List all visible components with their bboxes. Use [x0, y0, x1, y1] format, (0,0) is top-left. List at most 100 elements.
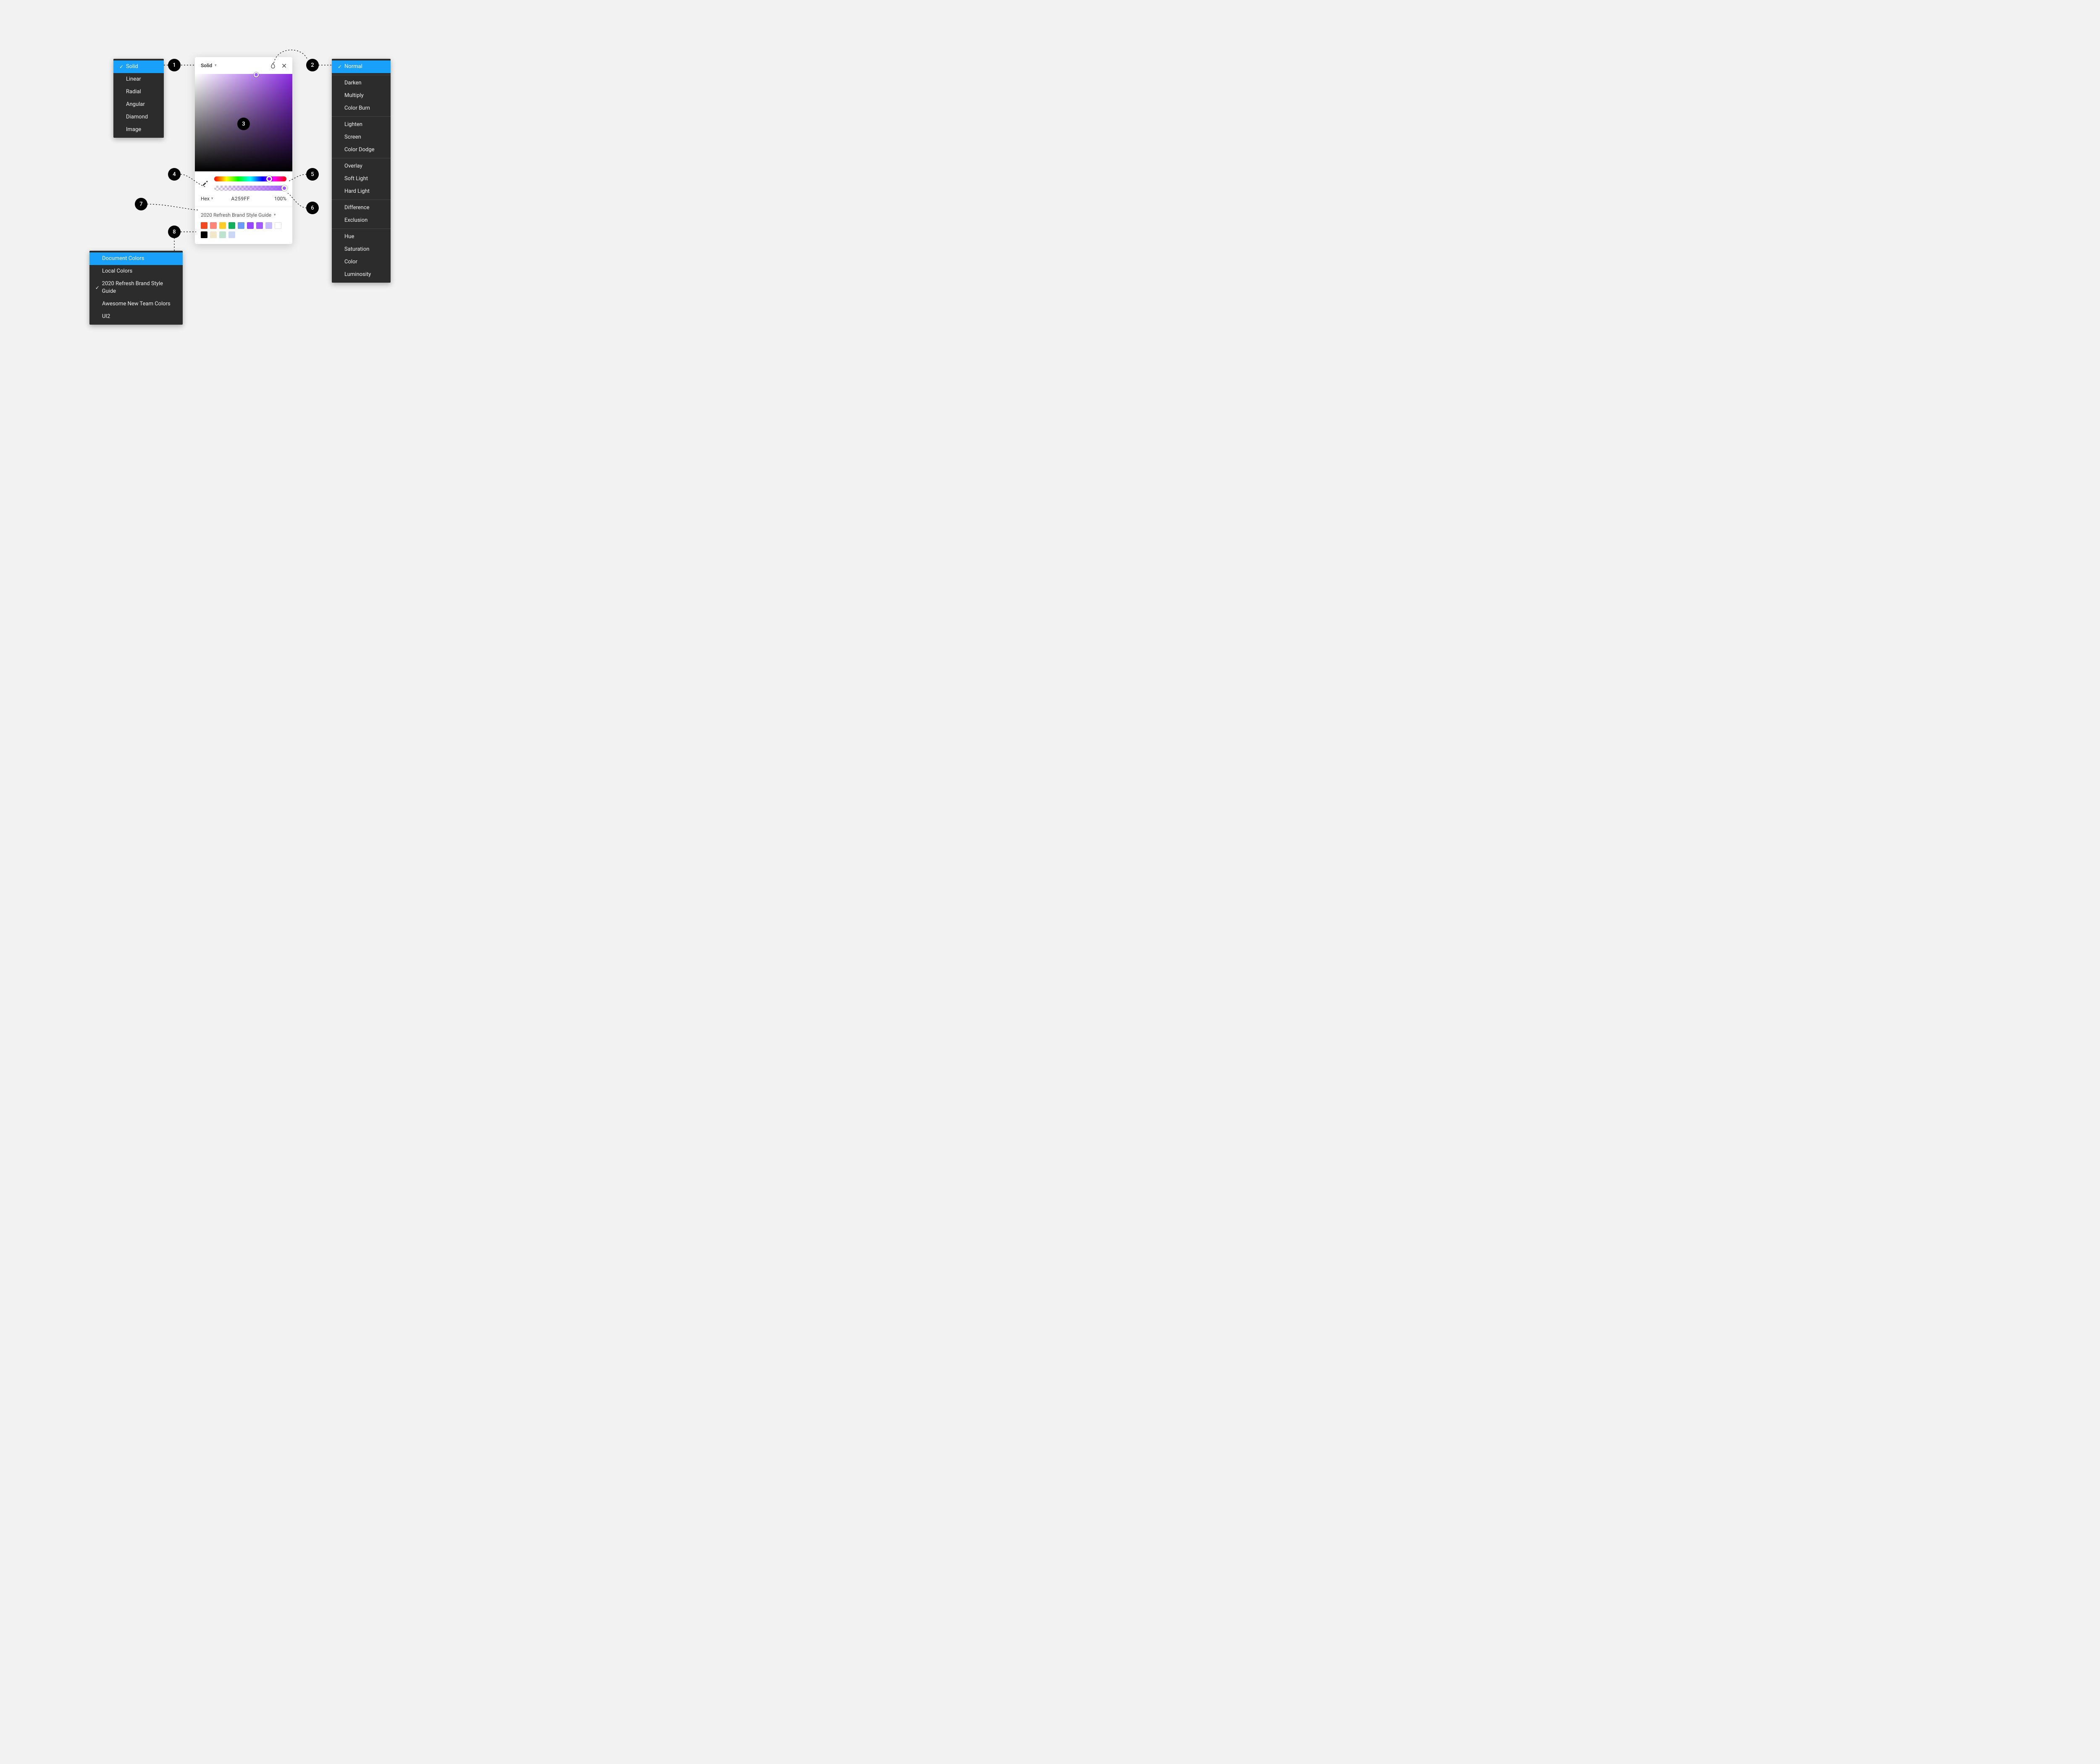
blend-option-soft-light[interactable]: Soft Light — [332, 173, 391, 185]
blend-label: Saturation — [344, 246, 369, 253]
fill-type-option-image[interactable]: Image — [113, 123, 164, 136]
blend-option-difference[interactable]: Difference — [332, 202, 391, 214]
chevron-down-icon: ▾ — [215, 63, 217, 68]
fill-type-option-radial[interactable]: Radial — [113, 86, 164, 98]
library-dropdown[interactable]: 2020 Refresh Brand Style Guide ▾ — [201, 212, 286, 218]
fill-type-option-solid[interactable]: Solid — [113, 60, 164, 73]
menu-divider — [332, 116, 391, 117]
library-selected-label: 2020 Refresh Brand Style Guide — [201, 212, 271, 218]
color-swatch[interactable] — [247, 222, 254, 229]
eyedropper-button[interactable] — [201, 176, 209, 190]
blend-option-multiply[interactable]: Multiply — [332, 89, 391, 102]
library-label: 2020 Refresh Brand Style Guide — [102, 280, 177, 295]
blend-mode-button[interactable] — [269, 61, 277, 70]
sv-handle[interactable] — [254, 72, 259, 77]
annotation-badge: 5 — [306, 168, 319, 181]
blend-option-lighten[interactable]: Lighten — [332, 118, 391, 131]
blend-option-exclusion[interactable]: Exclusion — [332, 214, 391, 227]
fill-type-label: Radial — [126, 88, 141, 96]
close-icon — [281, 63, 287, 68]
blend-option-screen[interactable]: Screen — [332, 131, 391, 144]
library-option-ui2[interactable]: UI2 — [89, 310, 183, 323]
blend-option-color-burn[interactable]: Color Burn — [332, 102, 391, 115]
blend-option-normal[interactable]: Normal — [332, 60, 391, 73]
blend-mode-menu: Normal Darken Multiply Color Burn Lighte… — [332, 59, 391, 283]
blend-option-hard-light[interactable]: Hard Light — [332, 185, 391, 198]
blend-label: Hard Light — [344, 188, 370, 195]
annotation-badge: 7 — [135, 198, 147, 210]
close-button[interactable] — [280, 61, 288, 70]
color-picker-panel: Solid ▾ — [195, 57, 292, 244]
library-label: UI2 — [102, 313, 110, 320]
fill-type-menu: Solid Linear Radial Angular Diamond Imag… — [113, 59, 164, 138]
blend-label: Hue — [344, 233, 354, 241]
color-swatch[interactable] — [275, 222, 281, 229]
color-swatch[interactable] — [238, 222, 244, 229]
picker-header: Solid ▾ — [195, 57, 292, 74]
blend-label: Luminosity — [344, 271, 371, 278]
library-option-local-colors[interactable]: Local Colors — [89, 265, 183, 278]
blend-option-luminosity[interactable]: Luminosity — [332, 268, 391, 281]
fill-type-label: Diamond — [126, 113, 148, 121]
blend-option-saturation[interactable]: Saturation — [332, 243, 391, 256]
fill-type-label: Linear — [126, 76, 141, 83]
blend-label: Color Burn — [344, 105, 370, 112]
fill-type-label: Image — [126, 126, 141, 134]
blend-option-overlay[interactable]: Overlay — [332, 160, 391, 173]
blend-label: Darken — [344, 79, 362, 87]
hex-input[interactable]: A259FF — [216, 196, 265, 202]
color-swatch[interactable] — [201, 222, 207, 229]
library-label: Awesome New Team Colors — [102, 300, 171, 308]
color-swatch[interactable] — [228, 222, 235, 229]
color-swatch[interactable] — [219, 231, 226, 238]
color-mode-dropdown[interactable]: Hex ▾ — [201, 196, 213, 202]
opacity-slider[interactable] — [214, 186, 286, 191]
fill-type-label: Angular — [126, 101, 145, 108]
library-option-document-colors[interactable]: Document Colors — [89, 252, 183, 265]
blend-option-color-dodge[interactable]: Color Dodge — [332, 144, 391, 156]
chevron-down-icon: ▾ — [274, 213, 276, 217]
check-icon — [118, 63, 125, 71]
annotation-badge: 6 — [306, 202, 319, 214]
fill-type-option-diamond[interactable]: Diamond — [113, 111, 164, 123]
annotation-badge: 1 — [168, 59, 181, 71]
fill-type-option-angular[interactable]: Angular — [113, 98, 164, 111]
swatch-library-section: 2020 Refresh Brand Style Guide ▾ — [195, 207, 292, 244]
blend-label: Color — [344, 258, 357, 266]
library-label: Local Colors — [102, 268, 132, 275]
paint-type-dropdown[interactable]: Solid — [201, 63, 212, 68]
check-icon — [336, 63, 344, 71]
blend-label: Soft Light — [344, 175, 368, 183]
blend-option-darken[interactable]: Darken — [332, 77, 391, 89]
check-icon — [94, 284, 101, 291]
color-mode-label: Hex — [201, 196, 210, 202]
blend-label: Difference — [344, 204, 370, 212]
eyedropper-icon — [202, 180, 208, 187]
blend-option-color[interactable]: Color — [332, 256, 391, 268]
library-option-brand-guide[interactable]: 2020 Refresh Brand Style Guide — [89, 278, 183, 298]
blend-label: Screen — [344, 134, 361, 141]
fill-type-option-linear[interactable]: Linear — [113, 73, 164, 86]
blend-label: Lighten — [344, 121, 362, 129]
color-swatch[interactable] — [265, 222, 272, 229]
hue-handle[interactable] — [266, 176, 272, 182]
color-swatch[interactable] — [228, 231, 235, 238]
color-swatch[interactable] — [256, 222, 263, 229]
blend-label: Exclusion — [344, 217, 368, 224]
swatch-grid — [201, 222, 286, 238]
color-swatch[interactable] — [219, 222, 226, 229]
blend-option-hue[interactable]: Hue — [332, 231, 391, 243]
hue-slider[interactable] — [214, 176, 286, 181]
blend-label: Overlay — [344, 163, 362, 170]
annotation-badge: 4 — [168, 168, 181, 181]
opacity-input[interactable]: 100% — [268, 196, 286, 202]
annotation-badge: 3 — [237, 118, 250, 130]
color-swatch[interactable] — [201, 231, 207, 238]
library-label: Document Colors — [102, 255, 144, 262]
fill-type-label: Solid — [126, 63, 138, 71]
library-option-team-colors[interactable]: Awesome New Team Colors — [89, 298, 183, 310]
color-swatch[interactable] — [210, 231, 217, 238]
annotation-badge: 8 — [168, 226, 181, 238]
opacity-handle[interactable] — [281, 185, 287, 191]
color-swatch[interactable] — [210, 222, 217, 229]
